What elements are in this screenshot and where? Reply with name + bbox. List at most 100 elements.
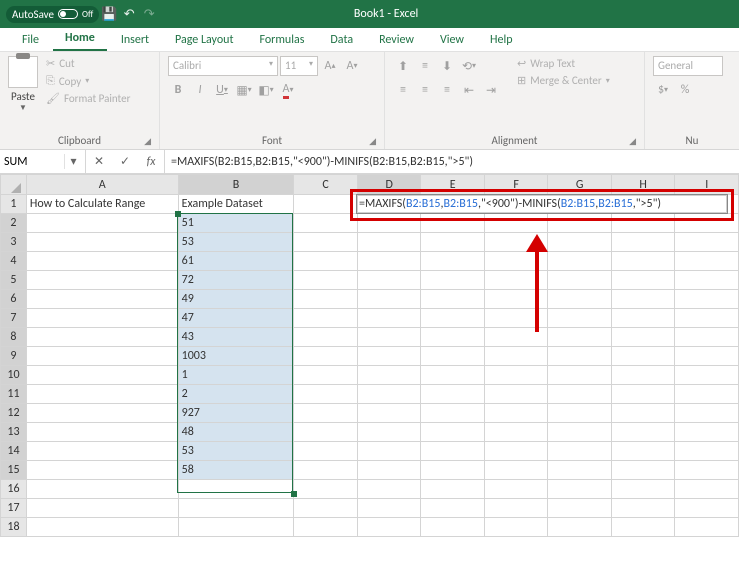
cell[interactable]: 58 <box>178 461 294 480</box>
cell[interactable] <box>484 309 548 328</box>
col-header[interactable]: F <box>484 175 548 195</box>
worksheet-grid[interactable]: A B C D E F G H I 1How to Calculate Rang… <box>0 174 739 537</box>
row-header[interactable]: 1 <box>1 195 27 214</box>
cell[interactable] <box>548 271 612 290</box>
cell[interactable] <box>611 271 675 290</box>
cell[interactable] <box>548 385 612 404</box>
cell[interactable] <box>484 461 548 480</box>
tab-formulas[interactable]: Formulas <box>247 29 316 51</box>
save-icon[interactable]: 💾 <box>99 7 119 22</box>
select-all-corner[interactable] <box>1 175 27 195</box>
cell[interactable] <box>421 366 485 385</box>
cell[interactable] <box>484 252 548 271</box>
row-header[interactable]: 12 <box>1 404 27 423</box>
cell[interactable] <box>675 328 739 347</box>
number-format-combo[interactable]: General <box>653 56 723 76</box>
cell[interactable] <box>294 195 358 214</box>
cell[interactable] <box>421 328 485 347</box>
increase-font-icon[interactable]: A▴ <box>320 56 340 76</box>
cell[interactable] <box>611 233 675 252</box>
cell[interactable] <box>421 518 485 537</box>
cell[interactable] <box>357 290 421 309</box>
fx-icon[interactable]: fx <box>138 155 164 169</box>
cell[interactable] <box>548 328 612 347</box>
font-color-button[interactable]: A▾ <box>278 80 298 100</box>
cell[interactable] <box>294 423 358 442</box>
font-size-combo[interactable]: 11 ▾ <box>280 56 318 76</box>
cell[interactable] <box>675 423 739 442</box>
cell[interactable] <box>484 366 548 385</box>
cell[interactable] <box>484 480 548 499</box>
cell[interactable] <box>548 290 612 309</box>
cell[interactable] <box>294 366 358 385</box>
tab-insert[interactable]: Insert <box>109 29 161 51</box>
name-box[interactable]: ▾ <box>0 150 86 173</box>
cell[interactable] <box>548 347 612 366</box>
cell[interactable] <box>178 499 294 518</box>
format-painter-button[interactable]: 🖌Format Painter <box>44 91 132 106</box>
cell[interactable]: 72 <box>178 271 294 290</box>
col-header[interactable]: H <box>611 175 675 195</box>
cell[interactable] <box>294 442 358 461</box>
cell[interactable] <box>675 461 739 480</box>
row-header[interactable]: 17 <box>1 499 27 518</box>
cell[interactable] <box>421 233 485 252</box>
dialog-launcher-icon[interactable]: ◢ <box>369 136 376 147</box>
cell[interactable]: 1 <box>178 366 294 385</box>
cell[interactable] <box>26 480 178 499</box>
align-top-icon[interactable]: ⬆ <box>393 56 413 76</box>
row-header[interactable]: 5 <box>1 271 27 290</box>
cell[interactable] <box>294 252 358 271</box>
cell[interactable] <box>484 328 548 347</box>
cell[interactable] <box>357 271 421 290</box>
cell[interactable] <box>611 499 675 518</box>
cell[interactable] <box>294 404 358 423</box>
chevron-down-icon[interactable]: ▾ <box>64 154 82 169</box>
cell[interactable] <box>675 347 739 366</box>
cell[interactable] <box>26 271 178 290</box>
cell[interactable] <box>421 385 485 404</box>
cell[interactable] <box>548 461 612 480</box>
cell[interactable] <box>675 252 739 271</box>
cell[interactable] <box>484 385 548 404</box>
cell[interactable] <box>611 423 675 442</box>
cell[interactable] <box>611 252 675 271</box>
cell[interactable] <box>675 290 739 309</box>
cell[interactable] <box>548 214 612 233</box>
cell[interactable] <box>26 290 178 309</box>
border-button[interactable]: ▦▾ <box>234 80 254 100</box>
cell[interactable] <box>611 404 675 423</box>
cell[interactable] <box>26 252 178 271</box>
row-header[interactable]: 10 <box>1 366 27 385</box>
redo-icon[interactable]: ↷ <box>139 7 159 22</box>
cell[interactable] <box>357 499 421 518</box>
cell[interactable] <box>26 366 178 385</box>
cell[interactable] <box>421 442 485 461</box>
cell[interactable] <box>611 328 675 347</box>
cell[interactable] <box>421 290 485 309</box>
cell[interactable] <box>294 518 358 537</box>
row-header[interactable]: 18 <box>1 518 27 537</box>
cell[interactable] <box>675 442 739 461</box>
row-header[interactable]: 4 <box>1 252 27 271</box>
cell[interactable] <box>611 461 675 480</box>
tab-view[interactable]: View <box>428 29 476 51</box>
cell[interactable]: 2 <box>178 385 294 404</box>
cell[interactable] <box>611 366 675 385</box>
cell[interactable] <box>26 461 178 480</box>
cell[interactable] <box>178 480 294 499</box>
increase-indent-icon[interactable]: ⇥ <box>481 80 501 100</box>
cell[interactable] <box>357 252 421 271</box>
cell[interactable] <box>484 442 548 461</box>
cell[interactable] <box>548 309 612 328</box>
cell[interactable] <box>484 404 548 423</box>
cell[interactable] <box>26 347 178 366</box>
cell[interactable] <box>484 271 548 290</box>
cell[interactable] <box>294 385 358 404</box>
tab-page-layout[interactable]: Page Layout <box>163 29 245 51</box>
cell[interactable] <box>548 233 612 252</box>
cell[interactable] <box>675 233 739 252</box>
italic-button[interactable]: I <box>190 80 210 100</box>
row-header[interactable]: 9 <box>1 347 27 366</box>
col-header[interactable]: I <box>675 175 739 195</box>
